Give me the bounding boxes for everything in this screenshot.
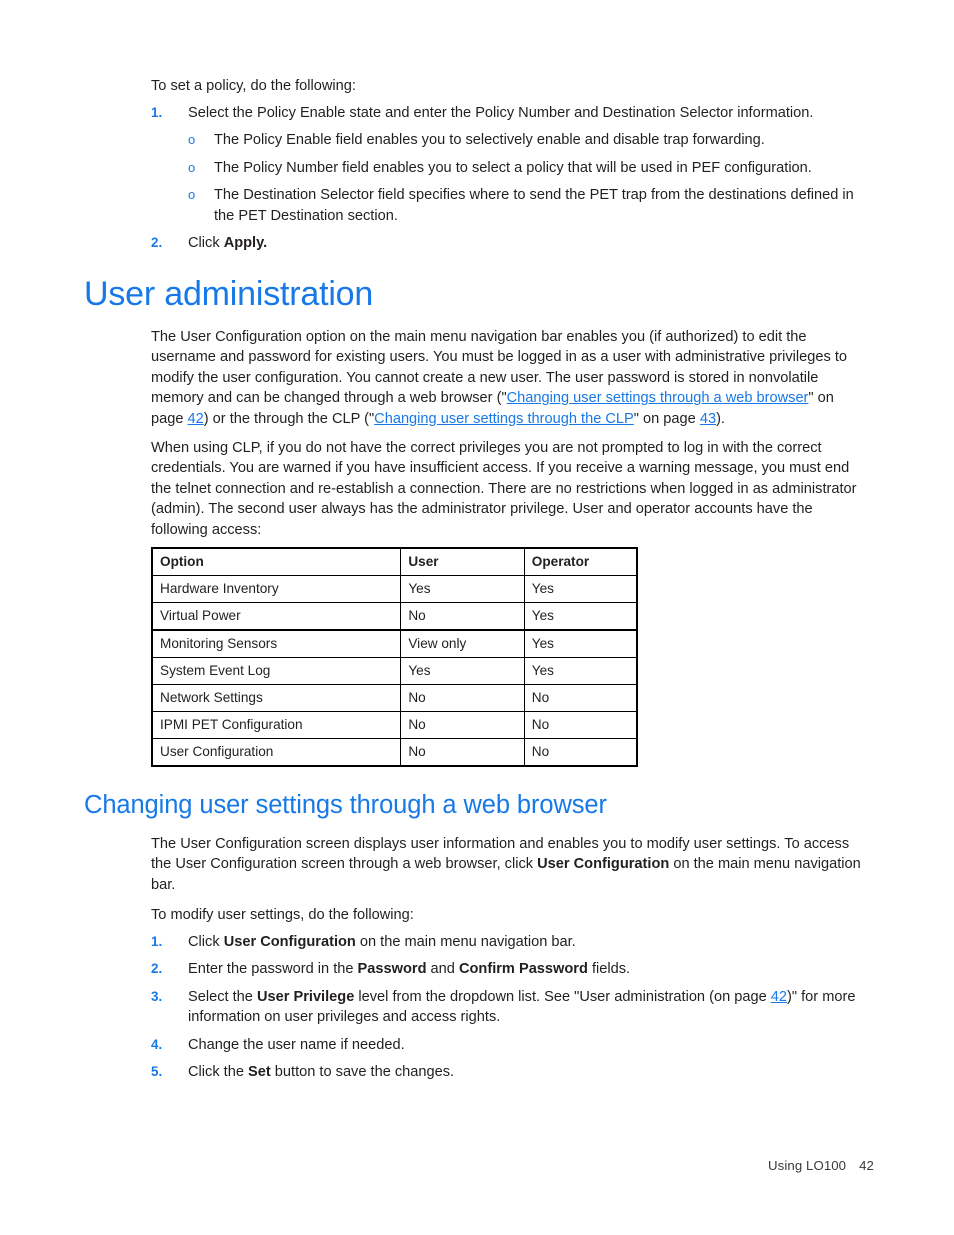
emphasis-user-configuration: User Configuration — [223, 934, 356, 950]
list-item: 1. Click User Configuration on the main … — [151, 932, 867, 952]
bullet-marker: o — [188, 159, 196, 175]
list-marker: 3. — [151, 988, 163, 1004]
list-marker: 2. — [151, 961, 163, 977]
document-page: To set a policy, do the following: 1. Se… — [0, 0, 954, 1235]
emphasis-user-configuration: User Configuration — [537, 856, 670, 873]
page-title-user-administration: User administration — [84, 275, 374, 313]
cell-operator: No — [523, 738, 638, 767]
list-item: 2. Click Apply. — [151, 233, 867, 253]
cell-user: No — [400, 738, 525, 767]
footer-label: Using LO100 — [768, 1158, 847, 1173]
cell-user: No — [400, 684, 525, 712]
list-marker: 4. — [151, 1036, 163, 1052]
cell-operator: No — [523, 684, 638, 712]
web-browser-lead-text: To modify user settings, do the followin… — [151, 907, 414, 923]
table-header-row: Option User Operator — [151, 547, 638, 576]
section-heading-changing-user-settings: Changing user settings through a web bro… — [84, 791, 607, 819]
emphasis-confirm-password: Confirm Password — [458, 961, 588, 978]
web-browser-paragraph-1: The User Configuration screen displays u… — [151, 834, 867, 895]
list-item-text: Enter the password in the Password and C… — [188, 961, 631, 978]
web-browser-step-list: 1. Click User Configuration on the main … — [151, 932, 867, 1089]
cell-operator: Yes — [523, 602, 638, 631]
emphasis-user-privilege: User Privilege — [256, 988, 355, 1005]
table-row: IPMI PET Configuration No No — [151, 711, 638, 739]
cell-option: Virtual Power — [151, 602, 402, 631]
intro-sub-list: o The Policy Enable field enables you to… — [188, 130, 867, 226]
table-row: Network Settings No No — [151, 684, 638, 712]
list-marker: 2. — [151, 235, 163, 251]
list-item-text: The Destination Selector field specifies… — [214, 187, 854, 224]
footer-page-number: 42 — [859, 1158, 874, 1173]
list-item: o The Policy Enable field enables you to… — [188, 130, 867, 150]
link-page-42[interactable]: 42 — [188, 411, 204, 427]
cell-option: System Event Log — [151, 657, 402, 685]
emphasis-apply: Apply. — [223, 235, 268, 252]
link-page-43[interactable]: 43 — [700, 411, 716, 427]
list-item: o The Policy Number field enables you to… — [188, 158, 867, 178]
para-seg: ) or the through the CLP (" — [203, 410, 375, 427]
table-row: Virtual Power No Yes — [151, 602, 638, 631]
list-item-text: The Policy Enable field enables you to s… — [214, 132, 765, 149]
table-row: User Configuration No No — [151, 738, 638, 767]
cell-operator: Yes — [523, 657, 638, 685]
intro-step-list: 1. Select the Policy Enable state and en… — [151, 103, 867, 260]
list-marker: 5. — [151, 1064, 163, 1080]
cell-operator: No — [523, 711, 638, 739]
column-header-user: User — [400, 547, 525, 576]
cell-user: Yes — [400, 657, 525, 685]
list-item: 5. Click the Set button to save the chan… — [151, 1062, 867, 1082]
column-header-option: Option — [151, 547, 402, 576]
bullet-marker: o — [188, 132, 196, 148]
intro-lead-text: To set a policy, do the following: — [151, 78, 356, 94]
user-admin-paragraph-1: The User Configuration option on the mai… — [151, 327, 867, 429]
cell-operator: Yes — [523, 575, 638, 603]
emphasis-password: Password — [357, 961, 427, 978]
cell-option: Network Settings — [151, 684, 402, 712]
cell-option: IPMI PET Configuration — [151, 711, 402, 739]
list-item-text: Click User Configuration on the main men… — [188, 934, 576, 950]
list-item: 4. Change the user name if needed. — [151, 1035, 867, 1055]
list-item-text: The Policy Number field enables you to s… — [214, 159, 812, 176]
cell-option: User Configuration — [151, 738, 402, 767]
cell-user: Yes — [400, 575, 525, 603]
bullet-marker: o — [188, 187, 196, 203]
emphasis-set: Set — [248, 1064, 271, 1081]
list-item: 3. Select the User Privilege level from … — [151, 987, 867, 1028]
link-changing-user-settings-clp[interactable]: Changing user settings through the CLP — [374, 411, 634, 427]
cell-user: View only — [400, 629, 525, 658]
cell-user: No — [400, 602, 525, 631]
list-item-text: Select the User Privilege level from the… — [188, 988, 856, 1026]
list-item-text: Change the user name if needed. — [188, 1036, 405, 1053]
list-item: 1. Select the Policy Enable state and en… — [151, 103, 867, 226]
cell-user: No — [400, 711, 525, 739]
table-row: System Event Log Yes Yes — [151, 657, 638, 685]
list-item: o The Destination Selector field specifi… — [188, 185, 867, 226]
user-admin-paragraph-2: When using CLP, if you do not have the c… — [151, 440, 857, 538]
table-row: Monitoring Sensors View only Yes — [151, 629, 638, 658]
table-row: Hardware Inventory Yes Yes — [151, 575, 638, 603]
list-item-text: Click the Set button to save the changes… — [188, 1064, 455, 1081]
para-seg: ). — [716, 410, 725, 427]
column-header-operator: Operator — [523, 547, 638, 576]
list-item-text: Select the Policy Enable state and enter… — [188, 105, 814, 121]
cell-option: Monitoring Sensors — [151, 629, 402, 658]
user-access-table: Option User Operator Hardware Inventory … — [151, 547, 638, 767]
list-marker: 1. — [151, 105, 163, 120]
link-page-42[interactable]: 42 — [771, 989, 787, 1005]
cell-operator: Yes — [523, 629, 638, 658]
list-item: 2. Enter the password in the Password an… — [151, 959, 867, 979]
page-footer: Using LO100 42 — [768, 1158, 874, 1173]
list-item-text: Click Apply. — [188, 235, 268, 252]
link-changing-user-settings-web-browser[interactable]: Changing user settings through a web bro… — [507, 390, 809, 406]
para-seg: " on page — [633, 410, 700, 427]
cell-option: Hardware Inventory — [151, 575, 402, 603]
list-marker: 1. — [151, 934, 163, 949]
